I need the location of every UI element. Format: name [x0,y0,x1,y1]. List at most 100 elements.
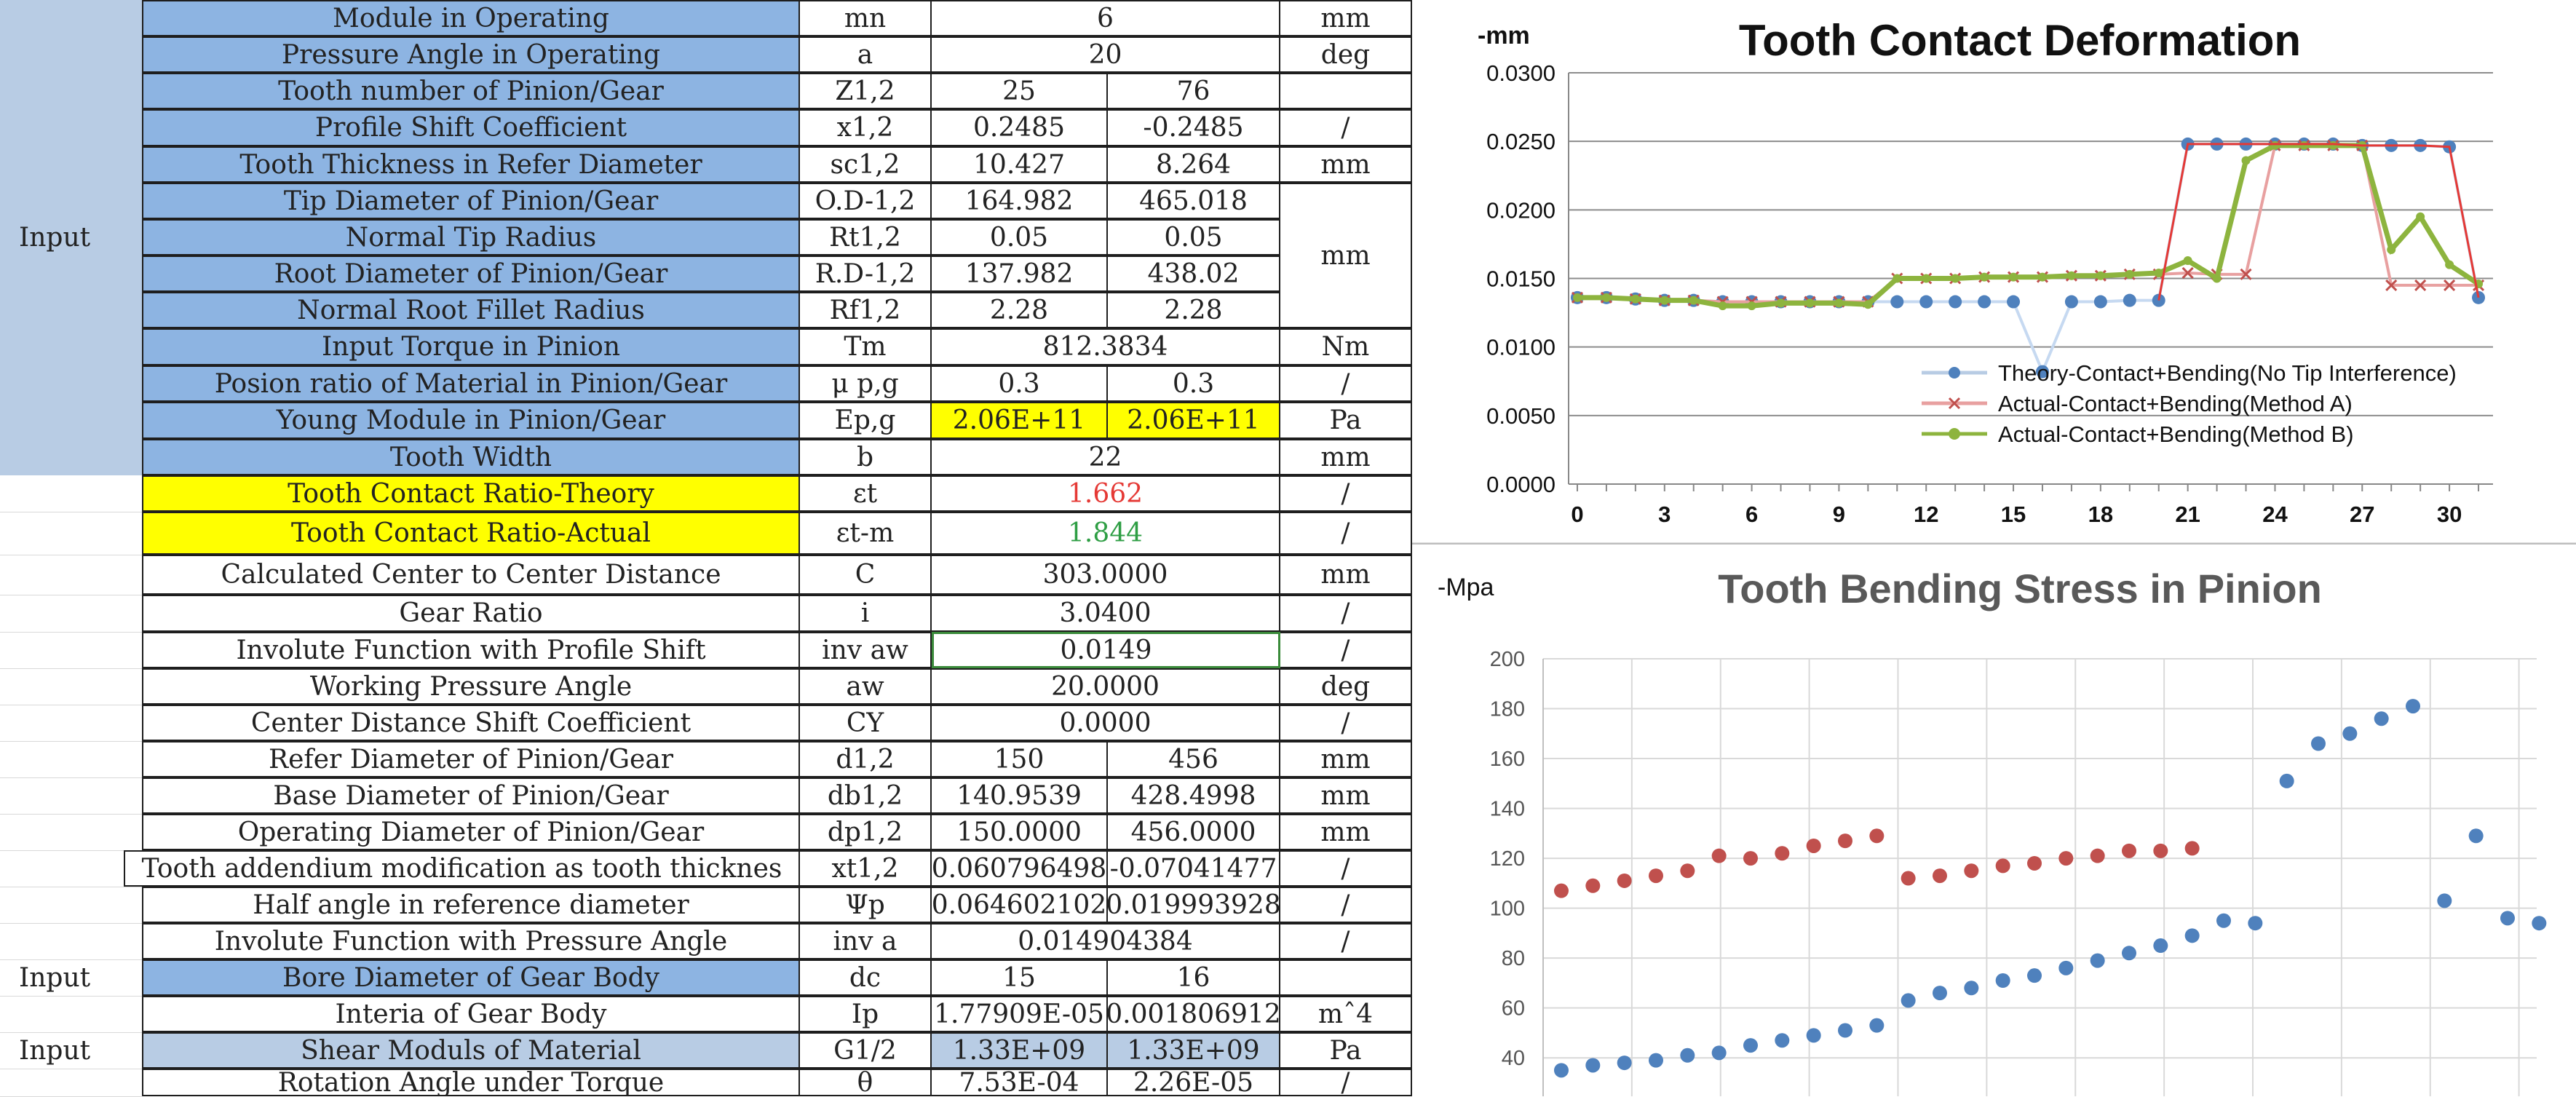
chart2-series-0-point [2090,848,2105,863]
row-21-value-pinion[interactable]: 140.9539 [932,777,1108,814]
chart1-series-2-point [2212,274,2222,283]
row-27-value-pinion[interactable]: 1.77909E-05 [932,996,1108,1032]
row-12-name: Tooth Width [142,439,800,475]
row-17-symbol: inv aw [800,632,932,668]
chart1-series-2-point [1630,294,1640,304]
row-27-value-gear[interactable]: 0.001806912 [1108,996,1280,1032]
row-14-value[interactable]: 1.844 [932,512,1280,555]
row-10-symbol: μ p,g [800,365,932,402]
row-29-value-pinion[interactable]: 7.53E-04 [932,1069,1108,1096]
row-29-value-gear[interactable]: 2.26E-05 [1108,1069,1280,1096]
row-25-value[interactable]: 0.014904384 [932,923,1280,959]
row-9-value[interactable]: 812.3834 [932,328,1280,365]
chart1-xtick: 12 [1914,502,1938,527]
row-29-unit: / [1280,1069,1412,1096]
chart1-ytick: 0.0050 [1486,403,1555,429]
row-19-value[interactable]: 0.0000 [932,705,1280,741]
row-22-value-pinion[interactable]: 150.0000 [932,814,1108,850]
row-3-symbol: x1,2 [800,109,932,146]
merged-unit-mm: mm [1280,183,1412,328]
chart1-title: Tooth Contact Deformation [1739,16,2301,65]
row-1-name: Pressure Angle in Operating [142,36,800,73]
chart1-ylabel: -mm [1478,22,1530,49]
chart2-series-0-point [1649,868,1663,884]
row-17-value[interactable]: 0.0149 [932,632,1280,668]
chart2-series-0-point [1743,851,1758,866]
chart1-series-2-point [1747,301,1756,311]
row-2-symbol: Z1,2 [800,73,932,109]
row-6-value-pinion[interactable]: 0.05 [932,219,1108,256]
row-4-value-gear[interactable]: 8.264 [1108,146,1280,183]
row-24-value-gear[interactable]: 0.019993928 [1108,887,1280,923]
row-5-symbol: O.D-1,2 [800,183,932,219]
row-1-value[interactable]: 20 [932,36,1280,73]
chart2-series-1-point [1649,1053,1663,1068]
row-0-symbol: mn [800,0,932,36]
row-26-value-gear[interactable]: 16 [1108,959,1280,996]
chart1-series-2-point [2387,245,2396,254]
spreadsheet: Input Input Input Module in Operating mn 6 mm P… [0,0,1412,1097]
chart2-ytick: 100 [1490,898,1525,921]
row-1-symbol: a [800,36,932,73]
row-21-value-gear[interactable]: 428.4998 [1108,777,1280,814]
tooth-bending-stress-chart: Tooth Bending Stress in Pinion-Mpa204060… [1412,544,2576,1096]
row-20-value-pinion[interactable]: 150 [932,741,1108,777]
chart2-series-1-point [1995,973,2010,988]
legend-label-2: Actual-Contact+Bending(Method B) [1998,421,2354,447]
row-28-value-pinion[interactable]: 1.33E+09 [932,1032,1108,1069]
row-8-value-gear[interactable]: 2.28 [1108,292,1280,328]
row-2-unit [1280,73,1412,109]
chart1-series-2-point [2445,260,2454,269]
chart1-series-2-point [1893,274,1902,283]
row-13-value[interactable]: 1.662 [932,475,1280,512]
row-18-value[interactable]: 20.0000 [932,668,1280,705]
row-16-name: Gear Ratio [142,595,800,632]
row-7-value-gear[interactable]: 438.02 [1108,256,1280,292]
row-5-value-pinion[interactable]: 164.982 [932,183,1108,219]
chart2-series-0-point [1554,883,1569,898]
row-17-unit: / [1280,632,1412,668]
row-11-value-gear[interactable]: 2.06E+11 [1108,402,1280,439]
row-10-value-gear[interactable]: 0.3 [1108,365,1280,402]
chart1-ytick: 0.0250 [1486,129,1555,154]
chart2-series-1-point [1869,1018,1885,1033]
row-2-value-pinion[interactable]: 25 [932,73,1108,109]
row-12-symbol: b [800,439,932,475]
row-2-value-gear[interactable]: 76 [1108,73,1280,109]
row-28-value-gear[interactable]: 1.33E+09 [1108,1032,1280,1069]
row-3-value-gear[interactable]: -0.2485 [1108,109,1280,146]
row-10-value-pinion[interactable]: 0.3 [932,365,1108,402]
row-13-symbol: εt [800,475,932,512]
chart2-series-0-point [1806,838,1821,853]
chart2-series-1-point [1617,1056,1632,1071]
row-3-value-pinion[interactable]: 0.2485 [932,109,1108,146]
row-23-value-gear[interactable]: -0.07041477 [1108,850,1280,887]
chart1-series-2-point [2270,140,2280,150]
row-25-symbol: inv a [800,923,932,959]
chart2-series-0-point [1711,848,1727,863]
row-22-value-gear[interactable]: 456.0000 [1108,814,1280,850]
row-12-value[interactable]: 22 [932,439,1280,475]
row-9-unit: Nm [1280,328,1412,365]
chart2-series-0-point [2027,855,2042,871]
row-15-value[interactable]: 303.0000 [932,555,1280,595]
row-9-name: Input Torque in Pinion [142,328,800,365]
row-23-value-pinion[interactable]: 0.060796498 [932,850,1108,887]
row-4-value-pinion[interactable]: 10.427 [932,146,1108,183]
chart1-series-2-point [1980,272,1989,282]
row-7-value-pinion[interactable]: 137.982 [932,256,1108,292]
row-11-value-pinion[interactable]: 2.06E+11 [932,402,1108,439]
row-26-value-pinion[interactable]: 15 [932,959,1108,996]
row-8-value-pinion[interactable]: 2.28 [932,292,1108,328]
legend-marker [1949,428,1960,440]
row-16-symbol: i [800,595,932,632]
row-6-value-gear[interactable]: 0.05 [1108,219,1280,256]
chart2-series-1-point [1743,1038,1758,1053]
row-24-value-pinion[interactable]: 0.064602102 [932,887,1108,923]
row-20-value-gear[interactable]: 456 [1108,741,1280,777]
row-5-value-gear[interactable]: 465.018 [1108,183,1280,219]
row-15-symbol: C [800,555,932,595]
row-16-value[interactable]: 3.0400 [932,595,1280,632]
row-0-value[interactable]: 6 [932,0,1280,36]
chart2-ytick: 160 [1490,748,1525,771]
